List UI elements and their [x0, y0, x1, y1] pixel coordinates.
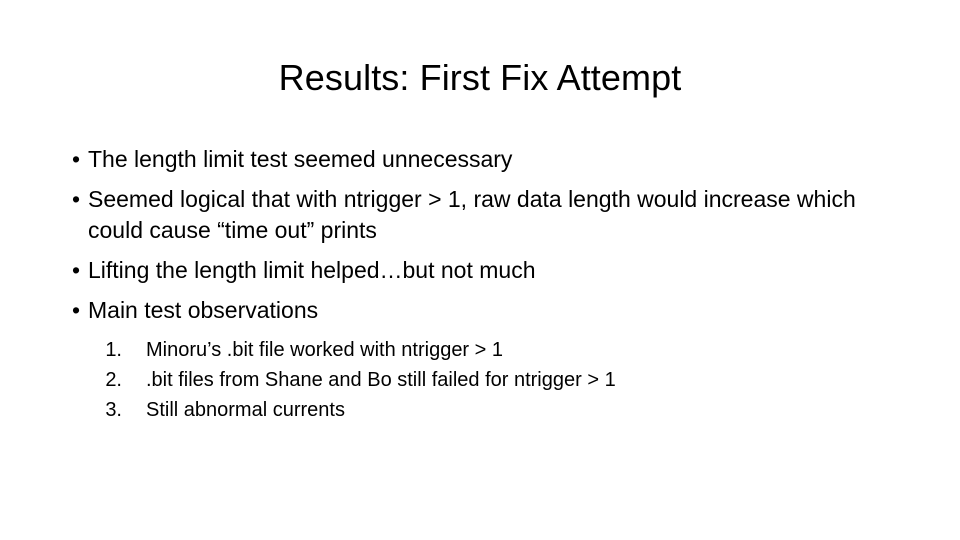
list-item-label: Lifting the length limit helped…but not … — [88, 257, 536, 283]
numbered-list-item: 1. Minoru’s .bit file worked with ntrigg… — [62, 335, 902, 365]
list-item: • The length limit test seemed unnecessa… — [62, 144, 902, 175]
list-item-label: Seemed logical that with ntrigger > 1, r… — [88, 186, 856, 243]
numbered-list: 1. Minoru’s .bit file worked with ntrigg… — [62, 335, 902, 425]
numbered-list-item: 3. Still abnormal currents — [62, 395, 902, 425]
numbered-list-item-label: Still abnormal currents — [146, 399, 345, 421]
bullet-icon: • — [72, 257, 81, 283]
list-item: • Lifting the length limit helped…but no… — [62, 255, 902, 286]
numbered-list-item-label: Minoru’s .bit file worked with ntrigger … — [146, 339, 504, 361]
numbered-list-item: 2. .bit files from Shane and Bo still fa… — [62, 365, 902, 395]
slide-body: • The length limit test seemed unnecessa… — [62, 144, 902, 425]
page-title: Results: First Fix Attempt — [278, 57, 682, 98]
bullet-icon: • — [72, 297, 81, 323]
list-item: • Main test observations — [62, 295, 902, 326]
list-item: • Seemed logical that with ntrigger > 1,… — [62, 184, 902, 246]
numbered-list-item-number: 2. — [105, 369, 122, 391]
slide: Results: First Fix Attempt • The length … — [0, 0, 960, 540]
bullet-icon: • — [72, 146, 81, 172]
numbered-list-item-label: .bit files from Shane and Bo still faile… — [146, 369, 616, 391]
numbered-list-item-number: 1. — [105, 339, 122, 361]
list-item-label: Main test observations — [88, 297, 319, 323]
bullet-icon: • — [72, 186, 81, 212]
numbered-list-item-number: 3. — [105, 399, 122, 421]
list-item-label: The length limit test seemed unnecessary — [88, 146, 513, 172]
